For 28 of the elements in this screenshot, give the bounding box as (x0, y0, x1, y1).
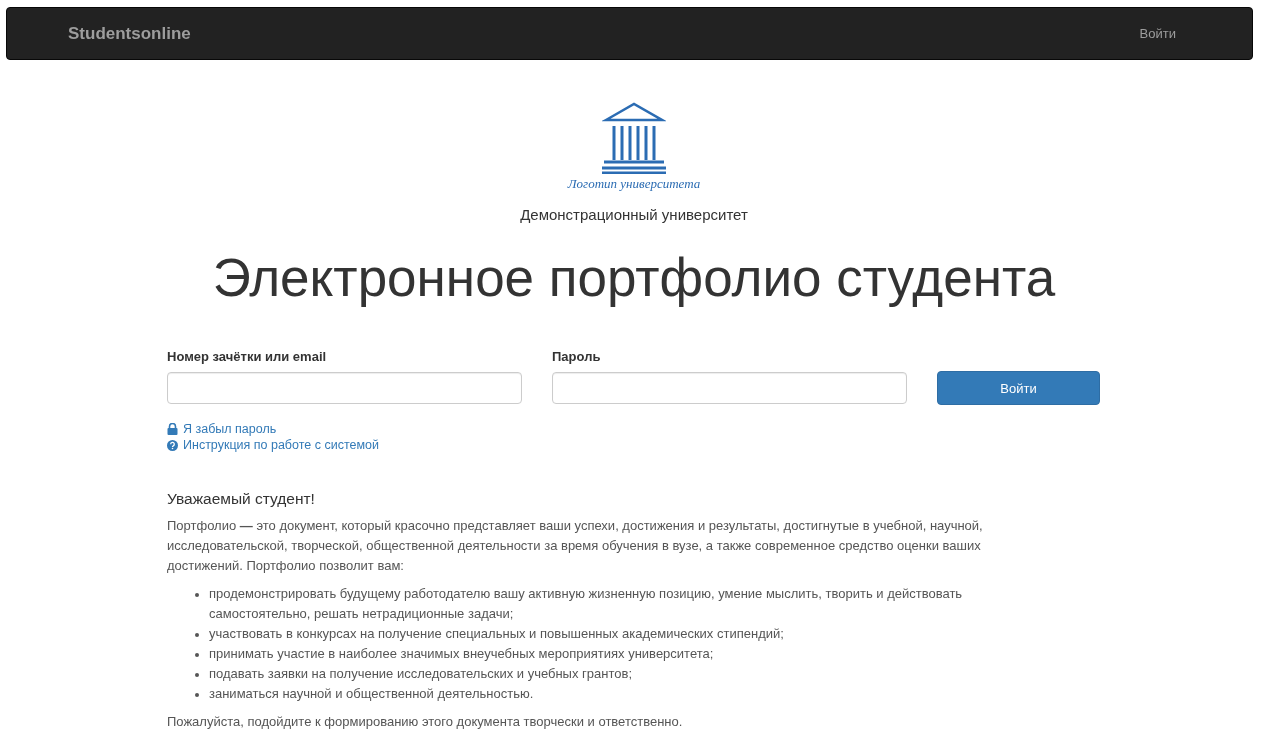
list-item: участвовать в конкурсах на получение специальных и повышенных академических стипендий; (209, 625, 784, 644)
closing-paragraph: Пожалуйста, подойдите к формированию этого документа творчески и ответственно. (167, 713, 684, 732)
bullet-icon (195, 673, 199, 678)
login-link[interactable]: Войти (1139, 26, 1176, 41)
bullet-icon (195, 593, 199, 598)
page-title: Электронное портфолио студента (211, 249, 1057, 308)
list-item: заниматься научной и общественной деятельностью. (209, 685, 534, 704)
password-field[interactable] (552, 372, 907, 405)
bullet-icon (195, 693, 199, 698)
login-field[interactable] (167, 372, 522, 405)
bullet-icon (195, 633, 199, 638)
logo-caption: Логотип университета (567, 176, 701, 192)
forgot-password-link[interactable]: Я забыл пароль (167, 422, 277, 437)
login-button[interactable]: Войти (937, 371, 1100, 406)
bullet-icon (195, 653, 199, 658)
list-item: принимать участие в наиболее значимых внеучебных мероприятиях университета; (209, 645, 714, 664)
field-label: Пароль (552, 349, 602, 365)
help-icon (167, 439, 178, 451)
instructions-link[interactable]: Инструкция по работе с системой (167, 438, 379, 453)
greeting-heading: Уважаемый студент! (167, 490, 316, 509)
building-logo-icon (602, 102, 666, 174)
list-item: подавать заявки на получение исследовательских и учебных грантов; (209, 665, 632, 684)
brand-link[interactable]: Studentsonline (68, 23, 191, 44)
university-name: Демонстрационный университет (519, 206, 749, 223)
field-label: Номер зачётки или email (167, 349, 328, 365)
intro-paragraph: Портфолио — это документ, который красочно представляет ваши успехи, достижения и результаты, достигнутые в учебной, научной, исследовательской, творческой, общественной деятельности за время обучения в вузе, а также современное средство оценки ваших достижений. Портфолио позволит вам: (167, 517, 984, 576)
list-item: продемонстрировать будущему работодателю вашу активную жизненную позицию, умение мыслить, творить и действовать самостоятельно, решать нетрадиционные задачи; (209, 585, 964, 624)
lock-icon (167, 423, 178, 436)
